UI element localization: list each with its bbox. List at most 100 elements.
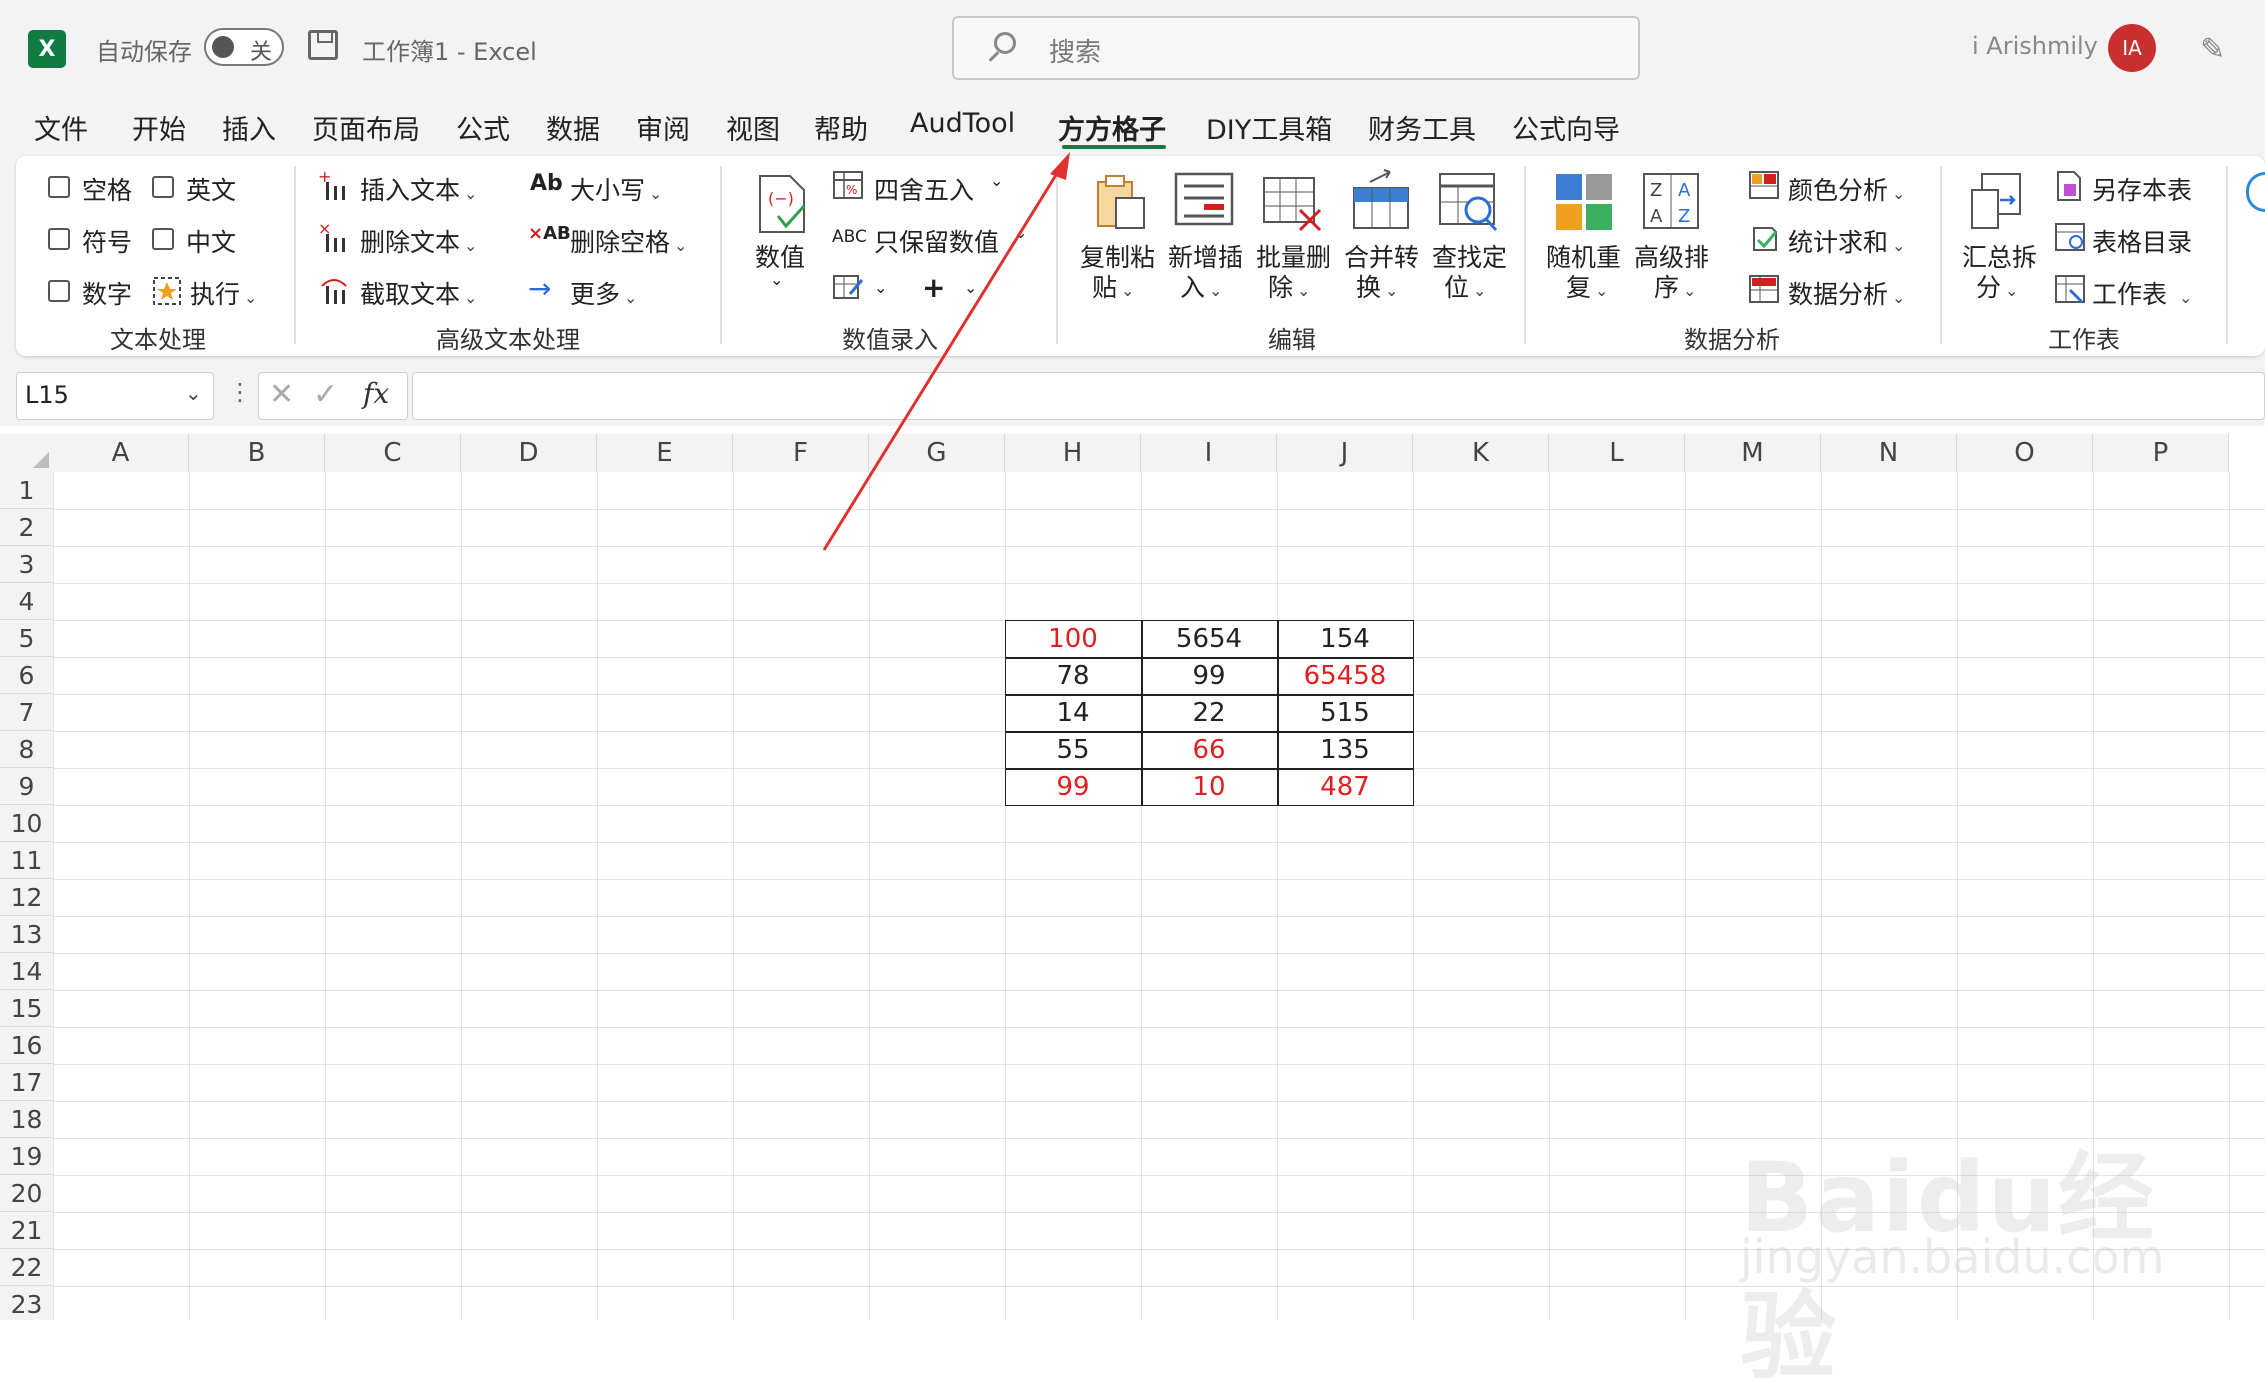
- gridline: [53, 916, 2265, 917]
- autosave-toggle[interactable]: 关: [204, 28, 284, 66]
- menu-tab-1[interactable]: 开始: [132, 108, 186, 147]
- gridline: [53, 583, 2265, 584]
- checkbox-space[interactable]: [48, 176, 70, 198]
- column-header[interactable]: I: [1141, 434, 1277, 472]
- row-header[interactable]: 15: [0, 990, 53, 1027]
- watermark-url: jingyan.baidu.com: [1740, 1230, 2165, 1284]
- menu-tab-12[interactable]: 财务工具: [1368, 108, 1476, 147]
- color-analysis-button[interactable]: 颜色分析 ⌄: [1788, 171, 1905, 207]
- row-header[interactable]: 8: [0, 731, 53, 768]
- remove-space-button[interactable]: 删除空格 ⌄: [570, 223, 687, 259]
- more-button[interactable]: 更多 ⌄: [570, 275, 637, 311]
- chevron-down-icon[interactable]: ⌄: [185, 381, 202, 405]
- more-arrow-icon: →: [528, 272, 552, 305]
- column-header[interactable]: D: [461, 434, 597, 472]
- gridline: [53, 842, 2265, 843]
- row-header[interactable]: 22: [0, 1249, 53, 1286]
- avatar[interactable]: IA: [2108, 24, 2156, 72]
- gridline: [461, 472, 462, 1320]
- number-dropdown-chevron[interactable]: ⌄: [770, 270, 783, 289]
- checkbox-symbol[interactable]: [48, 228, 70, 250]
- row-header[interactable]: 9: [0, 768, 53, 805]
- gridline: [1685, 472, 1686, 1320]
- table-border: [1005, 620, 1414, 806]
- row-header[interactable]: 21: [0, 1212, 53, 1249]
- column-header[interactable]: B: [189, 434, 325, 472]
- insert-text-button[interactable]: 插入文本 ⌄: [360, 171, 477, 207]
- case-button[interactable]: 大小写 ⌄: [570, 171, 662, 207]
- row-header[interactable]: 19: [0, 1138, 53, 1175]
- column-header[interactable]: E: [597, 434, 733, 472]
- menu-tab-13[interactable]: 公式向导: [1512, 108, 1620, 147]
- analysis-button-label-2-1[interactable]: 序 ⌄: [1654, 268, 1696, 304]
- pen-icon[interactable]: ✎: [2200, 32, 2234, 67]
- cancel-icon[interactable]: ✕: [269, 377, 294, 412]
- menu-tab-5[interactable]: 数据: [546, 108, 600, 147]
- column-header[interactable]: L: [1549, 434, 1685, 472]
- analysis-button-label-2-0[interactable]: 复 ⌄: [1566, 268, 1608, 304]
- row-header[interactable]: 7: [0, 694, 53, 731]
- checkbox-english[interactable]: [152, 176, 174, 198]
- row-header[interactable]: 17: [0, 1064, 53, 1101]
- row-header[interactable]: 6: [0, 657, 53, 694]
- menu-tab-3[interactable]: 页面布局: [312, 108, 420, 147]
- row-header[interactable]: 4: [0, 583, 53, 620]
- column-header[interactable]: C: [325, 434, 461, 472]
- table-index-button[interactable]: 表格目录: [2092, 223, 2192, 259]
- menu-tab-0[interactable]: 文件: [34, 108, 88, 147]
- column-header[interactable]: K: [1413, 434, 1549, 472]
- menu-tab-6[interactable]: 审阅: [636, 108, 690, 147]
- row-header[interactable]: 12: [0, 879, 53, 916]
- more-dots-icon[interactable]: ⋮: [228, 378, 252, 406]
- edit-button-label-2-2[interactable]: 除 ⌄: [1268, 268, 1310, 304]
- confirm-icon[interactable]: ✓: [313, 377, 338, 412]
- column-header[interactable]: M: [1685, 434, 1821, 472]
- column-header[interactable]: J: [1277, 434, 1413, 472]
- row-header[interactable]: 16: [0, 1027, 53, 1064]
- user-name: i Arishmily: [1972, 32, 2098, 60]
- checkbox-chinese[interactable]: [152, 228, 174, 250]
- edit-button-label-2-4[interactable]: 位 ⌄: [1444, 268, 1486, 304]
- column-header[interactable]: N: [1821, 434, 1957, 472]
- formula-input[interactable]: [412, 372, 2265, 420]
- separator: [1524, 166, 1526, 344]
- row-header[interactable]: 23: [0, 1286, 53, 1320]
- menu-tab-7[interactable]: 视图: [726, 108, 780, 147]
- checkbox-number[interactable]: [48, 280, 70, 302]
- menu-tab-11[interactable]: DIY工具箱: [1206, 108, 1332, 147]
- row-header[interactable]: 20: [0, 1175, 53, 1212]
- name-box[interactable]: L15 ⌄: [16, 372, 214, 420]
- column-header[interactable]: P: [2093, 434, 2229, 472]
- execute-button[interactable]: 执行 ⌄: [190, 275, 257, 311]
- worksheet-button[interactable]: 工作表 ⌄: [2092, 275, 2192, 311]
- row-header[interactable]: 1: [0, 472, 53, 509]
- row-header[interactable]: 2: [0, 509, 53, 546]
- save-icon[interactable]: [308, 30, 338, 60]
- menu-tab-4[interactable]: 公式: [456, 108, 510, 147]
- edit-button-label-2-3[interactable]: 换 ⌄: [1356, 268, 1398, 304]
- menu-tab-2[interactable]: 插入: [222, 108, 276, 147]
- summary-split-label-2[interactable]: 分 ⌄: [1976, 268, 2018, 304]
- row-header[interactable]: 14: [0, 953, 53, 990]
- data-analysis-button[interactable]: 数据分析 ⌄: [1788, 275, 1905, 311]
- number-big-button[interactable]: 数值: [755, 238, 805, 274]
- insert-new-icon: [1174, 172, 1234, 226]
- row-header[interactable]: 10: [0, 805, 53, 842]
- search-box[interactable]: 搜索: [952, 16, 1640, 80]
- delete-text-button[interactable]: 删除文本 ⌄: [360, 223, 477, 259]
- save-sheet-button[interactable]: 另存本表: [2092, 171, 2192, 207]
- column-header[interactable]: A: [53, 434, 189, 472]
- edit-button-label-2-1[interactable]: 入 ⌄: [1180, 268, 1222, 304]
- column-header[interactable]: O: [1957, 434, 2093, 472]
- row-header[interactable]: 18: [0, 1101, 53, 1138]
- row-header[interactable]: 5: [0, 620, 53, 657]
- row-header[interactable]: 13: [0, 916, 53, 953]
- row-header[interactable]: 11: [0, 842, 53, 879]
- row-header[interactable]: 3: [0, 546, 53, 583]
- insert-function-button[interactable]: fx: [363, 377, 389, 410]
- sum-stat-button[interactable]: 统计求和 ⌄: [1788, 223, 1905, 259]
- extract-text-button[interactable]: 截取文本 ⌄: [360, 275, 477, 311]
- extract-text-icon: [321, 279, 347, 304]
- menu-tab-9[interactable]: AudTool: [910, 108, 1015, 139]
- select-all-corner[interactable]: [0, 434, 53, 472]
